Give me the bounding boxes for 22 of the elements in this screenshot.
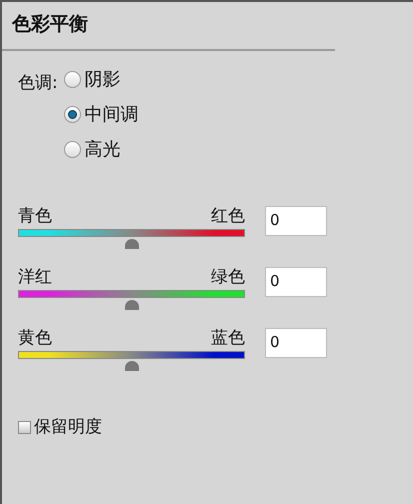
radio-button[interactable] (64, 70, 81, 88)
checkbox[interactable] (18, 420, 31, 434)
slider-label: 蓝色 (211, 328, 245, 348)
value-field[interactable]: 0 (265, 266, 327, 296)
radio-button[interactable] (64, 106, 81, 122)
value-field[interactable]: 0 (265, 206, 327, 236)
radio-label[interactable]: 中间调 (84, 100, 139, 128)
slider-label: 黄色 (18, 328, 52, 348)
radio-button[interactable] (64, 140, 81, 158)
radio-label[interactable]: 阴影 (84, 66, 121, 92)
value-field[interactable]: 0 (265, 328, 327, 358)
slider-label: 红色 (211, 206, 245, 226)
slider-thumb[interactable] (124, 300, 138, 310)
slider-thumb[interactable] (124, 238, 138, 248)
panel-title: 色彩平衡 (12, 13, 88, 35)
radio-label[interactable]: 高光 (84, 136, 121, 162)
slider-label: 绿色 (211, 266, 245, 286)
slider-thumb[interactable] (124, 360, 138, 370)
slider-label: 青色 (18, 206, 52, 226)
slider-label: 洋红 (18, 266, 52, 286)
checkbox-label[interactable]: 保留明度 (34, 414, 102, 440)
tone-label: 色调: (18, 72, 58, 94)
